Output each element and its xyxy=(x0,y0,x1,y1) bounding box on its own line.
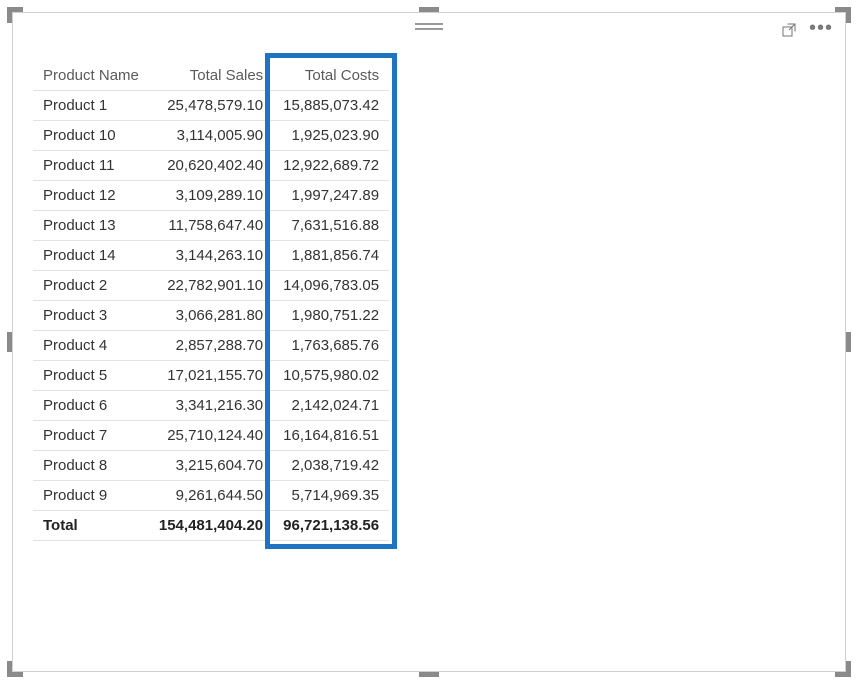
cell-sales: 22,782,901.10 xyxy=(149,271,273,301)
cell-sales: 25,710,124.40 xyxy=(149,421,273,451)
table-row[interactable]: Product 42,857,288.701,763,685.76 xyxy=(33,331,389,361)
cell-product: Product 11 xyxy=(33,151,149,181)
table-row[interactable]: Product 63,341,216.302,142,024.71 xyxy=(33,391,389,421)
cell-costs: 2,142,024.71 xyxy=(273,391,389,421)
cell-product: Product 2 xyxy=(33,271,149,301)
table-row[interactable]: Product 83,215,604.702,038,719.42 xyxy=(33,451,389,481)
total-cell-sales: 154,481,404.20 xyxy=(149,511,273,541)
table-row[interactable]: Product 517,021,155.7010,575,980.02 xyxy=(33,361,389,391)
resize-handle-bottom[interactable] xyxy=(419,672,439,677)
cell-sales: 3,066,281.80 xyxy=(149,301,273,331)
visual-header: ••• xyxy=(13,13,845,47)
table-row[interactable]: Product 1311,758,647.407,631,516.88 xyxy=(33,211,389,241)
column-header-costs[interactable]: Total Costs xyxy=(273,61,389,91)
cell-product: Product 4 xyxy=(33,331,149,361)
cell-product: Product 5 xyxy=(33,361,149,391)
cell-costs: 1,997,247.89 xyxy=(273,181,389,211)
cell-product: Product 13 xyxy=(33,211,149,241)
table-row[interactable]: Product 222,782,901.1014,096,783.05 xyxy=(33,271,389,301)
cell-costs: 1,881,856.74 xyxy=(273,241,389,271)
table-row[interactable]: Product 33,066,281.801,980,751.22 xyxy=(33,301,389,331)
cell-sales: 3,144,263.10 xyxy=(149,241,273,271)
popout-icon xyxy=(780,21,798,39)
cell-costs: 10,575,980.02 xyxy=(273,361,389,391)
resize-handle-left[interactable] xyxy=(7,332,12,352)
cell-sales: 20,620,402.40 xyxy=(149,151,273,181)
cell-product: Product 1 xyxy=(33,91,149,121)
resize-handle-top[interactable] xyxy=(419,7,439,12)
cell-product: Product 10 xyxy=(33,121,149,151)
resize-handle-bottom-right[interactable] xyxy=(831,657,851,677)
resize-handle-bottom-left[interactable] xyxy=(7,657,27,677)
cell-costs: 15,885,073.42 xyxy=(273,91,389,121)
cell-sales: 17,021,155.70 xyxy=(149,361,273,391)
table-row[interactable]: Product 725,710,124.4016,164,816.51 xyxy=(33,421,389,451)
cell-costs: 12,922,689.72 xyxy=(273,151,389,181)
cell-sales: 11,758,647.40 xyxy=(149,211,273,241)
cell-product: Product 12 xyxy=(33,181,149,211)
total-row: Total154,481,404.2096,721,138.56 xyxy=(33,511,389,541)
column-header-product[interactable]: Product Name xyxy=(33,61,149,91)
cell-costs: 1,925,023.90 xyxy=(273,121,389,151)
cell-costs: 7,631,516.88 xyxy=(273,211,389,241)
cell-sales: 3,341,216.30 xyxy=(149,391,273,421)
data-table[interactable]: Product NameTotal SalesTotal Costs Produ… xyxy=(33,61,389,541)
cell-costs: 14,096,783.05 xyxy=(273,271,389,301)
drag-grip-icon[interactable] xyxy=(415,23,443,31)
cell-product: Product 3 xyxy=(33,301,149,331)
cell-sales: 2,857,288.70 xyxy=(149,331,273,361)
ellipsis-icon: ••• xyxy=(809,18,833,38)
focus-mode-button[interactable] xyxy=(775,16,803,44)
total-cell-product: Total xyxy=(33,511,149,541)
cell-sales: 9,261,644.50 xyxy=(149,481,273,511)
total-cell-costs: 96,721,138.56 xyxy=(273,511,389,541)
cell-product: Product 6 xyxy=(33,391,149,421)
cell-product: Product 8 xyxy=(33,451,149,481)
table-row[interactable]: Product 123,109,289.101,997,247.89 xyxy=(33,181,389,211)
table-row[interactable]: Product 143,144,263.101,881,856.74 xyxy=(33,241,389,271)
table-visual-container[interactable]: ••• Product NameTotal SalesTotal Costs P… xyxy=(12,12,846,672)
cell-costs: 16,164,816.51 xyxy=(273,421,389,451)
more-options-button[interactable]: ••• xyxy=(807,16,835,44)
table-row[interactable]: Product 99,261,644.505,714,969.35 xyxy=(33,481,389,511)
cell-sales: 3,109,289.10 xyxy=(149,181,273,211)
cell-costs: 1,980,751.22 xyxy=(273,301,389,331)
cell-product: Product 7 xyxy=(33,421,149,451)
resize-handle-right[interactable] xyxy=(846,332,851,352)
table-row[interactable]: Product 125,478,579.1015,885,073.42 xyxy=(33,91,389,121)
cell-sales: 3,215,604.70 xyxy=(149,451,273,481)
cell-product: Product 9 xyxy=(33,481,149,511)
cell-product: Product 14 xyxy=(33,241,149,271)
table-row[interactable]: Product 103,114,005.901,925,023.90 xyxy=(33,121,389,151)
cell-costs: 2,038,719.42 xyxy=(273,451,389,481)
cell-costs: 5,714,969.35 xyxy=(273,481,389,511)
table-area: Product NameTotal SalesTotal Costs Produ… xyxy=(33,61,825,541)
column-header-sales[interactable]: Total Sales xyxy=(149,61,273,91)
cell-sales: 25,478,579.10 xyxy=(149,91,273,121)
table-row[interactable]: Product 1120,620,402.4012,922,689.72 xyxy=(33,151,389,181)
cell-costs: 1,763,685.76 xyxy=(273,331,389,361)
cell-sales: 3,114,005.90 xyxy=(149,121,273,151)
